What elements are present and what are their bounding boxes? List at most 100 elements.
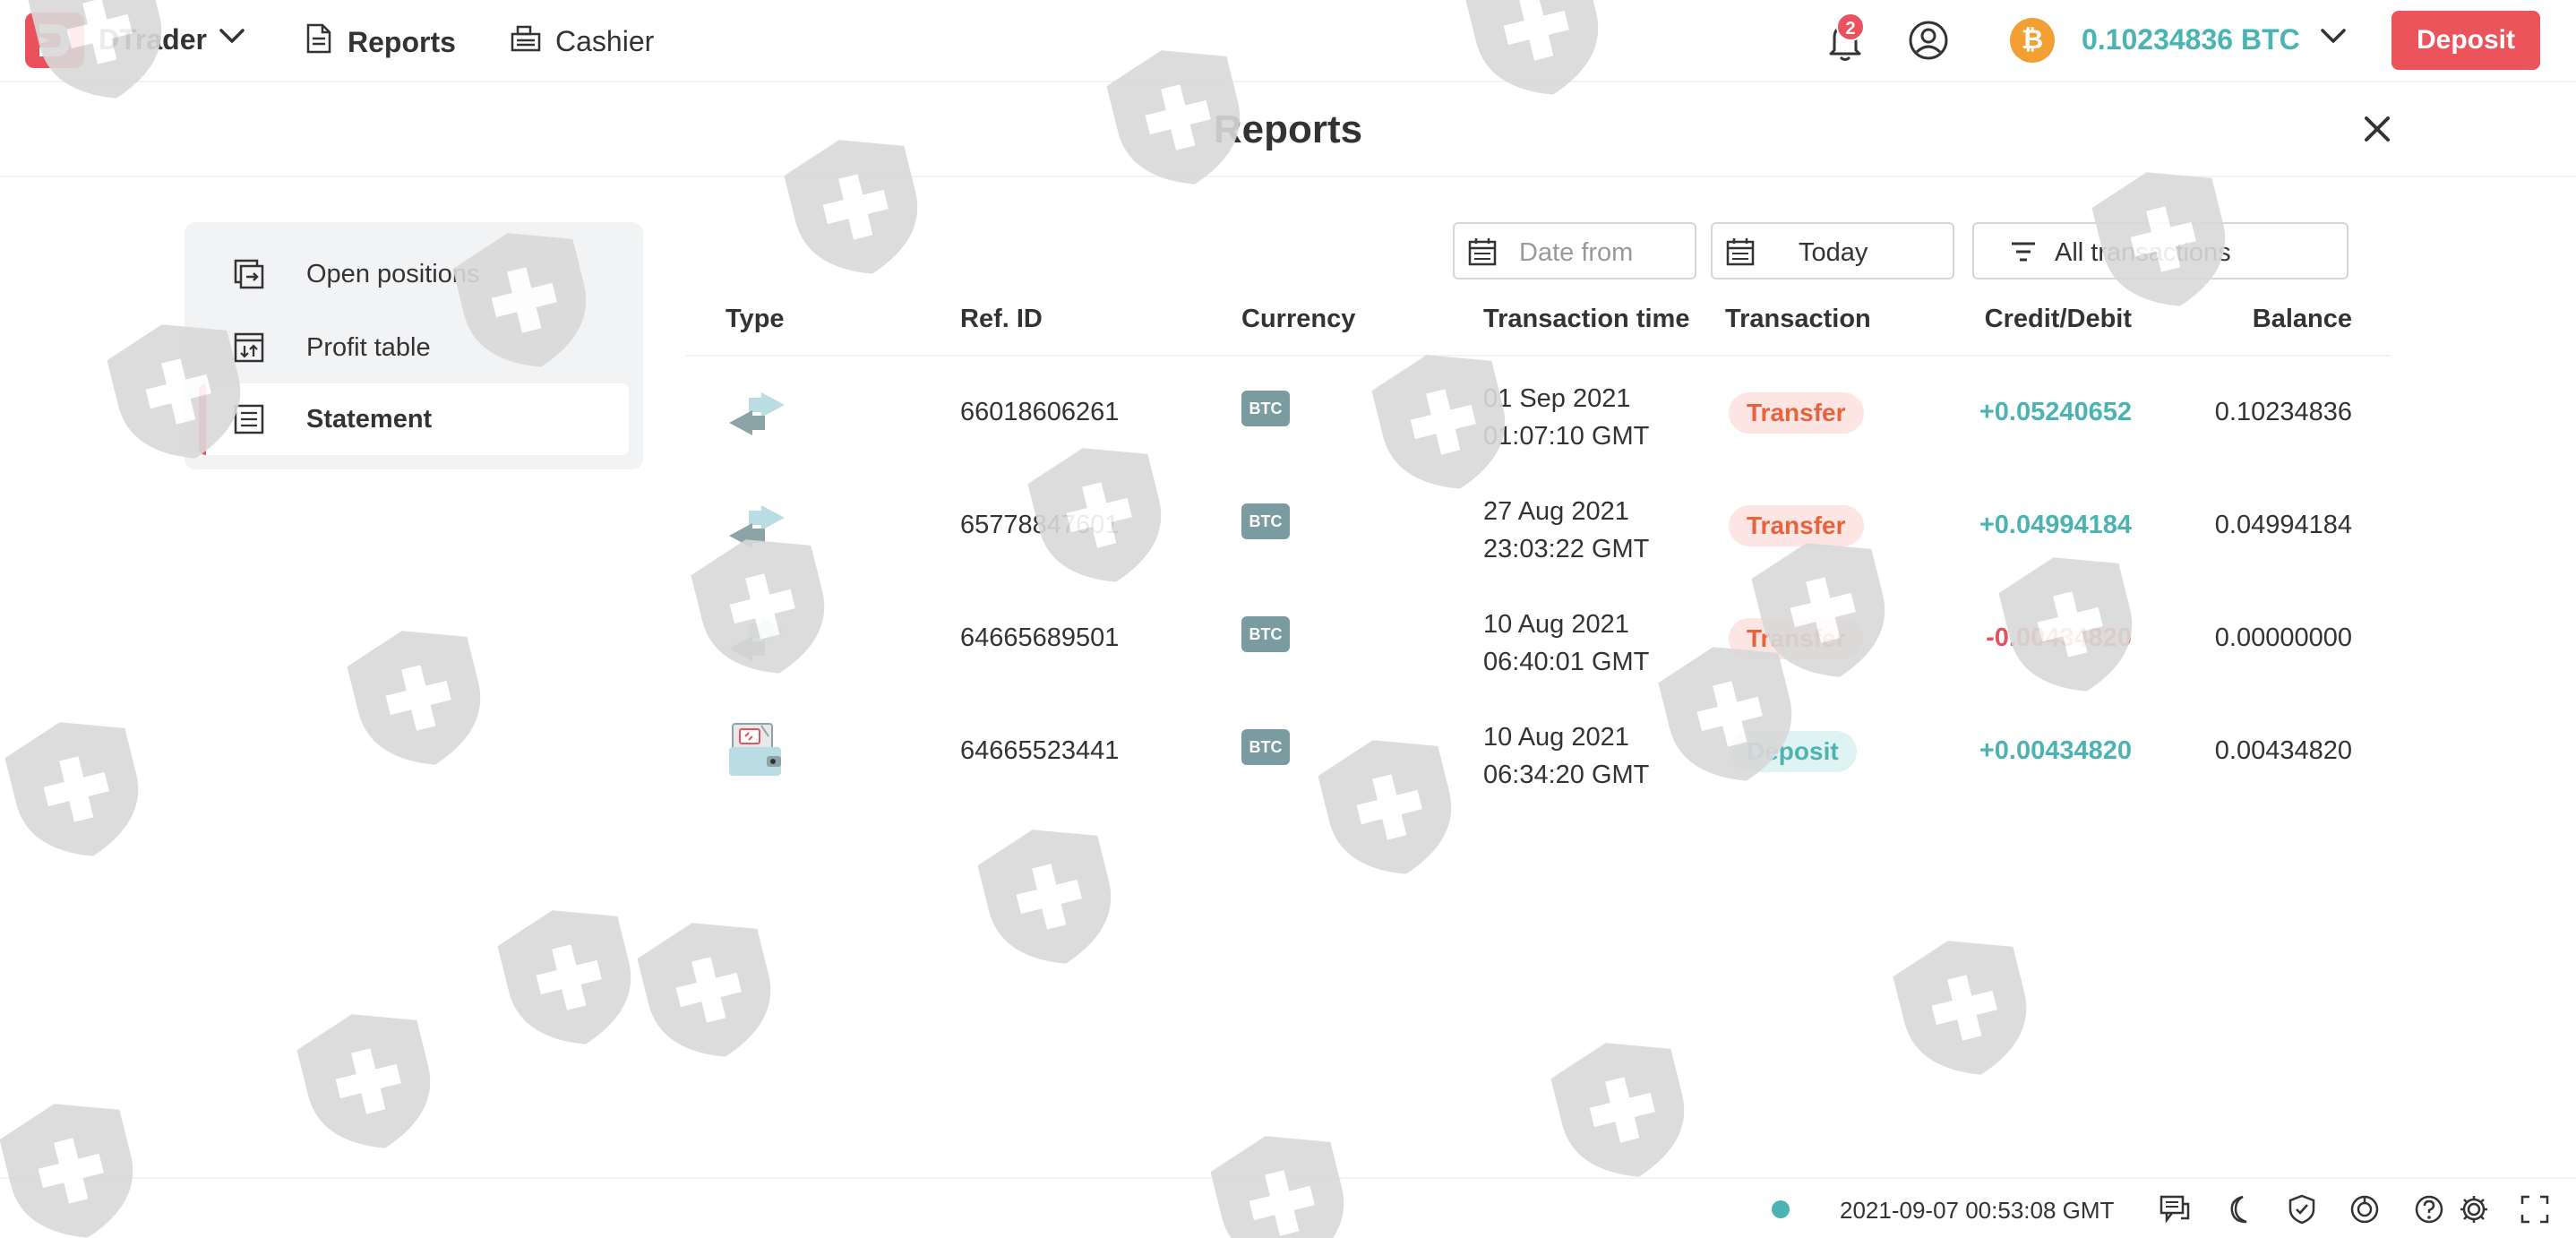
watermark-shield-icon: [637, 923, 771, 1057]
account-profile-icon[interactable]: [1908, 20, 1949, 61]
btc-badge: BTC: [1241, 503, 1290, 539]
credit-debit-amount: +0.04994184: [1979, 511, 2132, 539]
btc-badge: BTC: [1241, 729, 1290, 765]
transaction-clock: 23:03:22 GMT: [1483, 535, 1650, 563]
ref-id: 66018606261: [960, 398, 1120, 426]
transaction-type-filter[interactable]: All transactions: [1972, 222, 2348, 279]
column-header-transaction-time: Transaction time: [1483, 305, 1690, 333]
filter-icon: [2010, 240, 2037, 271]
chat-icon[interactable]: [2159, 1193, 2191, 1225]
ref-id: 64665523441: [960, 736, 1120, 765]
account-balance[interactable]: 0.10234836 BTC: [2082, 23, 2300, 56]
reports-icon: [305, 23, 333, 61]
transfer-badge: Transfer: [1729, 618, 1864, 659]
reports-sidebar: Open positions Profit table Statement: [185, 222, 643, 469]
table-header: Type Ref. ID Currency Transaction time T…: [686, 296, 2391, 357]
table-row[interactable]: 64665689501 BTC 10 Aug 2021 06:40:01 GMT…: [686, 582, 2391, 695]
transaction-filter-value: All transactions: [2055, 238, 2231, 267]
sidebar-item-open-positions[interactable]: Open positions: [199, 238, 629, 310]
transaction-clock: 06:40:01 GMT: [1483, 648, 1650, 676]
transaction-time: 10 Aug 2021 06:34:20 GMT: [1483, 718, 1649, 794]
currency-badge: BTC: [1241, 503, 1290, 539]
chevron-down-icon[interactable]: [2320, 27, 2347, 45]
fullscreen-icon[interactable]: [2519, 1193, 2551, 1225]
sidebar-item-label: Profit table: [306, 333, 431, 362]
balance-amount: 0.10234836: [2214, 398, 2352, 426]
nav-reports[interactable]: Reports: [305, 23, 456, 61]
watermark-shield-icon: [1893, 941, 2027, 1075]
transaction-date: 27 Aug 2021: [1483, 497, 1629, 526]
sidebar-item-profit-table[interactable]: Profit table: [199, 312, 629, 383]
balance-amount: 0.00000000: [2214, 623, 2352, 652]
column-header-ref-id: Ref. ID: [960, 305, 1043, 333]
transaction-type: Transfer: [1729, 392, 1864, 434]
btc-badge: BTC: [1241, 391, 1290, 426]
transfer-badge: Transfer: [1729, 392, 1864, 434]
calendar-icon: [1725, 236, 1756, 274]
settings-icon[interactable]: [2458, 1193, 2490, 1225]
table-row[interactable]: 65778847601 BTC 27 Aug 2021 23:03:22 GMT…: [686, 469, 2391, 582]
transfer-icon: [726, 389, 788, 444]
date-from-picker[interactable]: Date from: [1453, 222, 1696, 279]
transfer-icon: [726, 502, 788, 557]
statement-icon: [233, 403, 265, 443]
theme-moon-icon[interactable]: [2223, 1193, 2255, 1225]
watermark-shield-icon: [347, 631, 481, 765]
column-header-balance: Balance: [2252, 305, 2352, 333]
transaction-time: 10 Aug 2021 06:40:01 GMT: [1483, 606, 1649, 681]
page-title: Reports: [1213, 107, 1363, 151]
date-from-placeholder: Date from: [1519, 238, 1634, 267]
nav-cashier[interactable]: Cashier: [511, 23, 654, 59]
top-header: DTrader Reports Cashier 2 ₿ 0.10234836 B…: [0, 0, 2576, 82]
shield-icon[interactable]: [2286, 1193, 2318, 1225]
credit-debit-amount: -0.00434820: [1986, 623, 2132, 652]
close-icon[interactable]: [2359, 111, 2395, 147]
help-icon[interactable]: [2413, 1193, 2445, 1225]
chevron-down-icon[interactable]: [219, 27, 245, 45]
currency-badge: BTC: [1241, 616, 1290, 652]
column-header-currency: Currency: [1241, 305, 1356, 333]
deposit-button[interactable]: Deposit: [2391, 11, 2540, 70]
watermark-shield-icon: [977, 830, 1112, 964]
deriv-logo-icon[interactable]: [25, 13, 84, 68]
deposit-icon: [726, 720, 785, 787]
reports-page: DTrader Reports Cashier 2 ₿ 0.10234836 B…: [0, 0, 2576, 1238]
column-header-credit-debit: Credit/Debit: [1984, 305, 2132, 333]
reports-title-bar: Reports: [0, 84, 2576, 177]
currency-badge: BTC: [1241, 729, 1290, 765]
transaction-date: 10 Aug 2021: [1483, 723, 1629, 752]
server-time: 2021-09-07 00:53:08 GMT: [1840, 1197, 2115, 1224]
transfer-icon: [726, 615, 788, 670]
date-to-picker[interactable]: Today: [1711, 222, 1954, 279]
transaction-date: 01 Sep 2021: [1483, 384, 1631, 413]
watermark-shield-icon: [497, 910, 631, 1045]
transaction-type: Deposit: [1729, 731, 1857, 772]
sidebar-item-label: Open positions: [306, 260, 480, 288]
responsible-trading-icon[interactable]: [2348, 1193, 2381, 1225]
transaction-time: 27 Aug 2021 23:03:22 GMT: [1483, 493, 1649, 568]
open-positions-icon: [233, 258, 265, 297]
date-to-value: Today: [1799, 238, 1868, 267]
sidebar-item-statement[interactable]: Statement: [199, 383, 629, 455]
nav-cashier-label: Cashier: [555, 24, 655, 57]
transaction-type: Transfer: [1729, 618, 1864, 659]
column-header-transaction: Transaction: [1725, 305, 1871, 333]
transaction-clock: 06:34:20 GMT: [1483, 761, 1650, 789]
currency-badge: BTC: [1241, 391, 1290, 426]
transaction-clock: 01:07:10 GMT: [1483, 422, 1650, 451]
table-row[interactable]: 66018606261 BTC 01 Sep 2021 01:07:10 GMT…: [686, 357, 2391, 469]
statement-table: Type Ref. ID Currency Transaction time T…: [686, 296, 2391, 808]
credit-debit-amount: +0.05240652: [1979, 398, 2132, 426]
nav-reports-label: Reports: [348, 25, 456, 58]
platform-switcher[interactable]: DTrader: [99, 23, 207, 56]
deriv-logo-glyph: [39, 24, 70, 56]
transaction-date: 10 Aug 2021: [1483, 610, 1629, 639]
watermark-shield-icon: [4, 722, 139, 856]
connection-status-indicator: [1772, 1200, 1790, 1218]
credit-debit-amount: +0.00434820: [1979, 736, 2132, 765]
deposit-badge: Deposit: [1729, 731, 1857, 772]
balance-amount: 0.00434820: [2214, 736, 2352, 765]
ref-id: 64665689501: [960, 623, 1120, 652]
watermark-shield-icon: [296, 1014, 431, 1148]
table-row[interactable]: 64665523441 BTC 10 Aug 2021 06:34:20 GMT…: [686, 695, 2391, 808]
